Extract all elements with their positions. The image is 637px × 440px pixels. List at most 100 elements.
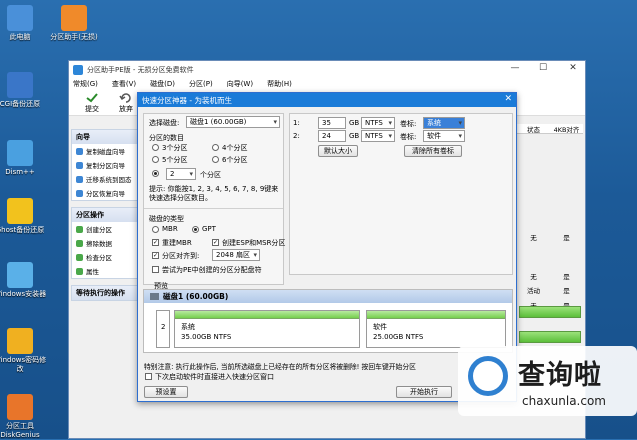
fs-select[interactable]: NTFS <box>361 130 395 142</box>
size-unit-value: GB <box>349 132 360 140</box>
app-icon <box>7 198 33 224</box>
menu-item[interactable]: 磁盘(D) <box>150 79 175 89</box>
volume-label-select[interactable]: 系统 <box>423 117 465 129</box>
preview-partition-system[interactable]: 系统 35.00GB NTFS <box>174 310 360 348</box>
commit-label: 提交 <box>85 104 99 113</box>
disk-select[interactable]: 磁盘1 (60.00GB) <box>186 116 280 128</box>
default-size-button[interactable]: 默认大小 <box>318 145 358 157</box>
app-icon <box>61 5 87 31</box>
app-logo-icon <box>73 64 83 75</box>
side-menu-label: 复制磁盘向导 <box>86 148 125 156</box>
partition-name: 软件 <box>373 323 387 331</box>
side-menu-item[interactable]: 检查分区 <box>72 250 140 264</box>
undo-icon <box>119 92 133 103</box>
menu-item[interactable]: 常规(G) <box>73 79 98 89</box>
desktop-icon-label: 此电脑 <box>9 33 31 41</box>
size-unit-value: GB <box>349 119 360 127</box>
dialog-close-icon[interactable]: ✕ <box>504 94 512 104</box>
radio-custom-count[interactable] <box>152 170 159 177</box>
side-menu-label: 创建分区 <box>86 226 112 234</box>
size-unit: GB <box>349 119 359 127</box>
checkbox-rebuild-mbr[interactable]: ✓ <box>152 239 159 246</box>
align-label: 分区对齐到: <box>162 252 200 260</box>
item-icon <box>76 225 83 233</box>
watermark-text: 查询啦 <box>518 360 602 391</box>
radio-mbr[interactable] <box>152 226 159 233</box>
disk-select-value: 磁盘1 (60.00GB) <box>190 118 247 126</box>
side-menu-item[interactable]: 擦除数据 <box>72 236 140 250</box>
side-menu-item[interactable]: 属性 <box>72 264 140 278</box>
checkmark-icon <box>85 92 99 103</box>
table-cell: 活动 <box>527 287 540 295</box>
table-cell: 是 <box>563 234 570 242</box>
default-size-label: 默认大小 <box>324 147 352 155</box>
partition-bar[interactable] <box>519 331 581 343</box>
row-index-value: 2: <box>293 132 300 140</box>
align-select[interactable]: 2048 扇区 <box>212 249 260 261</box>
desktop-icon[interactable]: Dism++ <box>0 140 48 177</box>
desktop-icon[interactable]: 分区工具DiskGenius <box>0 394 48 440</box>
radio-5-partitions[interactable] <box>152 156 159 163</box>
side-menu-item[interactable]: 迁移系统到固态 <box>72 172 140 186</box>
table-row[interactable]: 活动 是 <box>517 284 583 296</box>
side-menu-item[interactable]: 复制磁盘向导 <box>72 144 140 158</box>
menu-item[interactable]: 查看(V) <box>112 79 136 89</box>
checkbox-assign-letter[interactable] <box>152 266 159 273</box>
size-input-value: 24 <box>322 132 331 140</box>
side-menu-item[interactable]: 复制分区向导 <box>72 158 140 172</box>
column-header-alignment: 4KB对齐 <box>553 125 580 134</box>
radio-3-partitions[interactable] <box>152 144 159 151</box>
table-cell: 无 <box>530 234 537 242</box>
execute-button[interactable]: 开始执行 <box>396 386 452 398</box>
clear-labels-label: 清除所有卷标 <box>412 147 454 155</box>
desktop-icon[interactable]: Windows安装器 <box>0 262 48 299</box>
main-window-title: 分区助手PE版 - 无损分区免费软件 <box>87 65 194 74</box>
align-value: 2048 扇区 <box>216 251 251 259</box>
commit-button[interactable]: 提交 <box>75 92 109 114</box>
fs-select[interactable]: NTFS <box>361 117 395 129</box>
preset-label: 预设置 <box>155 388 177 396</box>
side-menu-label: 复制分区向导 <box>86 162 125 170</box>
discard-label: 放弃 <box>119 104 133 113</box>
radio-6-partitions[interactable] <box>212 156 219 163</box>
radio-gpt[interactable] <box>192 226 199 233</box>
preview-index: 2 <box>161 323 166 331</box>
clear-labels-button[interactable]: 清除所有卷标 <box>404 145 462 157</box>
menu-item[interactable]: 向导(W) <box>227 79 253 89</box>
minimize-button[interactable]: — <box>501 63 529 73</box>
preview-index-cell: 2 <box>156 310 170 348</box>
menu-item[interactable]: 帮助(H) <box>267 79 292 89</box>
size-input-value: 35 <box>322 119 331 127</box>
row-index-value: 1: <box>293 119 300 127</box>
preview-partition-software[interactable]: 软件 25.00GB NTFS <box>366 310 506 348</box>
partition-bar[interactable] <box>519 306 581 318</box>
size-input[interactable]: 24 <box>318 130 346 142</box>
disk-label: 选择磁盘: <box>149 119 180 127</box>
radio-4-label: 4个分区 <box>222 144 248 152</box>
checkbox-reboot-direct[interactable] <box>145 373 152 380</box>
radio-5-label: 5个分区 <box>162 156 188 164</box>
close-button[interactable]: ✕ <box>559 63 587 73</box>
desktop-icon[interactable]: CGI备份还原 <box>0 72 48 109</box>
radio-6-label: 6个分区 <box>222 156 248 164</box>
desktop-icon[interactable]: 此电脑 <box>0 5 48 42</box>
table-row[interactable]: 无是 <box>517 231 583 243</box>
desktop-icon-label: Dism++ <box>5 168 35 176</box>
preset-button[interactable]: 预设置 <box>144 386 188 398</box>
side-menu-item[interactable]: 分区恢复向导 <box>72 186 140 200</box>
menu-item[interactable]: 分区(P) <box>189 79 213 89</box>
custom-count-select[interactable]: 2 <box>166 168 196 180</box>
checkbox-align[interactable]: ✓ <box>152 252 159 259</box>
checkbox-esp-msr[interactable]: ✓ <box>212 239 219 246</box>
maximize-button[interactable]: ☐ <box>529 63 557 73</box>
size-input[interactable]: 35 <box>318 117 346 129</box>
side-menu-item[interactable]: 创建分区 <box>72 222 140 236</box>
desktop-icon[interactable]: Windows密码修改 <box>0 328 48 374</box>
desktop-icon[interactable]: 分区助手(无损) <box>46 5 102 42</box>
volume-label-caption-value: 卷标: <box>400 133 417 141</box>
desktop-icon[interactable]: Ghost备份还原 <box>0 198 48 235</box>
table-row[interactable]: 无是 <box>517 270 583 282</box>
partition-panel-title: 分区操作 <box>72 208 140 222</box>
radio-4-partitions[interactable] <box>212 144 219 151</box>
volume-label-select[interactable]: 软件 <box>423 130 465 142</box>
